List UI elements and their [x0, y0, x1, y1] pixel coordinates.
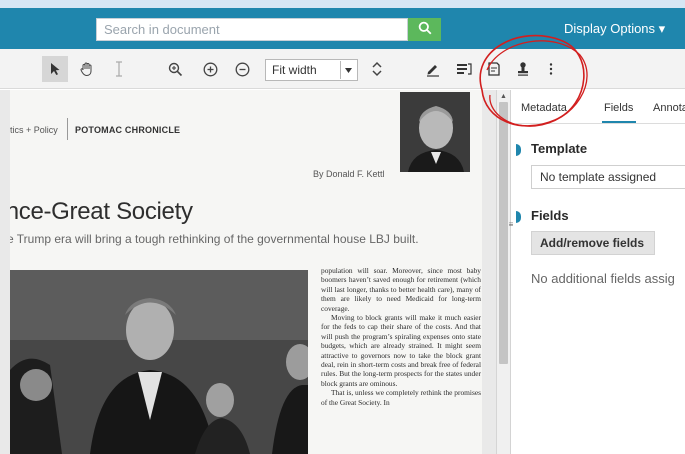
note-button[interactable] [481, 56, 507, 82]
rotate-button[interactable] [364, 56, 390, 82]
scrollbar-thumb[interactable] [499, 102, 508, 364]
zoom-select-value: Fit width [272, 63, 317, 77]
template-select[interactable]: No template assigned [531, 165, 685, 189]
body-paragraph: population will soar. Moreover, since mo… [321, 266, 481, 313]
page-kicker: tics + Policy [10, 125, 58, 135]
page-masthead: POTOMAC CHRONICLE [75, 125, 181, 135]
article-headline: )nce-Great Society [10, 198, 193, 225]
text-select-tool-button[interactable] [106, 56, 132, 82]
stamp-icon [518, 62, 528, 76]
stamp-button[interactable] [510, 56, 536, 82]
document-viewer[interactable]: tics + Policy POTOMAC CHRONICLE By Donal… [0, 90, 496, 454]
panel-splitter[interactable] [510, 90, 515, 454]
scroll-up-icon[interactable]: ▲ [497, 90, 510, 102]
zoom-in-icon [203, 62, 217, 76]
annotate-pen-icon [427, 65, 439, 77]
fields-section-title: Fields [531, 208, 569, 223]
search-button[interactable] [408, 18, 441, 41]
document-page: tics + Policy POTOMAC CHRONICLE By Donal… [10, 90, 482, 454]
more-icon [549, 63, 553, 75]
pan-tool-button[interactable] [74, 56, 100, 82]
splitter-grip-icon[interactable]: ≡ [506, 218, 516, 230]
search-icon [418, 21, 431, 35]
byline: By Donald F. Kettl [313, 169, 385, 179]
more-options-button[interactable] [538, 56, 564, 82]
section-marker-icon [516, 144, 521, 156]
display-options-menu[interactable]: Display Options ▾ [564, 21, 665, 37]
no-fields-message: No additional fields assig [531, 271, 675, 286]
tab-divider [516, 123, 685, 124]
body-paragraph: That is, unless we completely rethink th… [321, 388, 481, 407]
tab-metadata[interactable]: Metadata [521, 102, 567, 114]
tab-annotations[interactable]: Annota [653, 102, 685, 114]
template-section-title: Template [531, 141, 588, 156]
document-scrollbar[interactable]: ▲ [496, 90, 510, 454]
body-paragraph: Moving to block grants will make it much… [321, 313, 481, 388]
zoom-out-button[interactable] [229, 56, 255, 82]
zoom-magnify-icon [168, 62, 182, 76]
text-cursor-icon [116, 61, 122, 77]
chevron-down-icon [340, 61, 356, 79]
zoom-in-button[interactable] [197, 56, 223, 82]
annotate-button[interactable] [420, 56, 446, 82]
zoom-out-icon [235, 62, 249, 76]
article-photo [10, 270, 308, 454]
properties-panel: Metadata Fields Annota Template No templ… [516, 90, 685, 454]
note-icon [488, 62, 500, 76]
section-marker-icon [516, 211, 521, 223]
top-strip [0, 0, 685, 8]
list-icon [457, 63, 472, 75]
list-button[interactable] [451, 56, 477, 82]
select-tool-button[interactable] [42, 56, 68, 82]
add-remove-fields-button[interactable]: Add/remove fields [531, 231, 655, 255]
author-photo [400, 92, 470, 172]
kicker-divider [67, 118, 68, 140]
article-dek: e Trump era will bring a tough rethinkin… [10, 232, 419, 246]
zoom-select[interactable]: Fit width [265, 59, 358, 81]
tab-fields[interactable]: Fields [604, 102, 633, 114]
zoom-tool-button[interactable] [162, 56, 188, 82]
select-icon [51, 63, 60, 75]
header-bar: Search in document Display Options ▾ [0, 8, 685, 49]
pan-hand-icon [80, 62, 92, 77]
rotate-icon [372, 61, 382, 77]
search-input[interactable]: Search in document [96, 18, 408, 41]
article-body: population will soar. Moreover, since mo… [321, 266, 481, 407]
